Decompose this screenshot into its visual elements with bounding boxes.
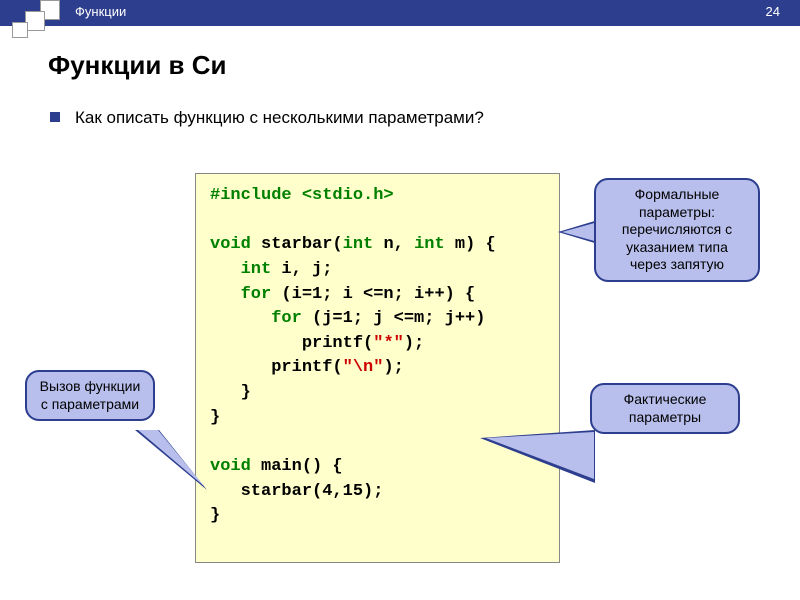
code: ); [404, 334, 424, 353]
deco-square [25, 11, 45, 31]
code: int [343, 235, 374, 254]
code: "*" [373, 334, 404, 353]
callout-formal-params: Формальные параметры: перечисляются с ук… [594, 178, 760, 282]
code: ); [383, 358, 403, 377]
code: int [241, 260, 272, 279]
code: } [241, 383, 251, 402]
header-label: Функции [75, 4, 126, 19]
code: } [210, 506, 220, 525]
code: void [210, 457, 251, 476]
code: main() { [251, 457, 343, 476]
page-number: 24 [766, 4, 780, 19]
code: "\n" [343, 358, 384, 377]
callout-tail [486, 432, 594, 479]
code: } [210, 408, 220, 427]
code: n, [373, 235, 414, 254]
callout-tail [562, 222, 598, 242]
code: (i=1; i <=n; i++) { [271, 285, 475, 304]
code: i, j; [271, 260, 332, 279]
code: void [210, 235, 251, 254]
code-block: #include <stdio.h> void starbar(int n, i… [195, 173, 560, 563]
code: starbar( [251, 235, 343, 254]
code: m) { [445, 235, 496, 254]
code: (j=1; j <=m; j++) [302, 309, 486, 328]
code: #include <stdio.h> [210, 186, 394, 205]
code: printf( [302, 334, 373, 353]
question-text: Как описать функцию с несколькими параме… [75, 108, 484, 128]
callout-function-call: Вызов функции с параметрами [25, 370, 155, 421]
bullet-icon [50, 112, 60, 122]
code: int [414, 235, 445, 254]
code: for [271, 309, 302, 328]
code: for [241, 285, 272, 304]
callout-actual-params: Фактические параметры [590, 383, 740, 434]
code: printf( [271, 358, 342, 377]
slide-title: Функции в Си [48, 50, 227, 81]
deco-square [12, 22, 28, 38]
code: starbar(4,15); [241, 482, 384, 501]
